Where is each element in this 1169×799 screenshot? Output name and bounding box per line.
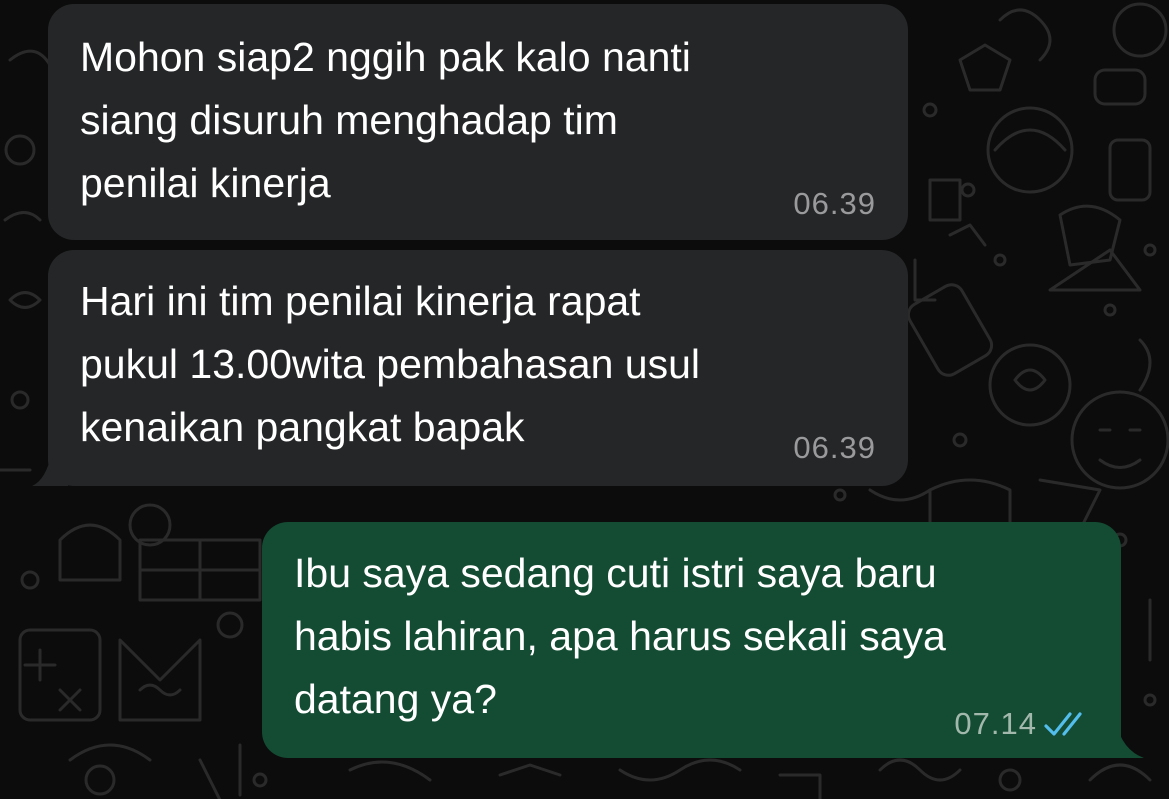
incoming-message-bubble[interactable]: Mohon siap2 nggih pak kalo nanti siang d… — [48, 4, 908, 240]
message-text: Mohon siap2 nggih pak kalo nanti siang d… — [80, 34, 691, 206]
message-text: Hari ini tim penilai kinerja rapat pukul… — [80, 278, 700, 450]
double-check-read-icon — [1044, 712, 1082, 736]
message-timestamp: 07.14 — [954, 706, 1037, 741]
chat-conversation[interactable]: Mohon siap2 nggih pak kalo nanti siang d… — [0, 0, 1169, 799]
message-text: Ibu saya sedang cuti istri saya baru hab… — [294, 550, 946, 722]
outgoing-message-bubble[interactable]: Ibu saya sedang cuti istri saya baru hab… — [262, 522, 1121, 758]
message-timestamp: 06.39 — [793, 430, 876, 465]
incoming-message-bubble[interactable]: Hari ini tim penilai kinerja rapat pukul… — [48, 250, 908, 486]
outgoing-bubble-tail — [1100, 722, 1144, 758]
message-timestamp: 06.39 — [793, 186, 876, 221]
